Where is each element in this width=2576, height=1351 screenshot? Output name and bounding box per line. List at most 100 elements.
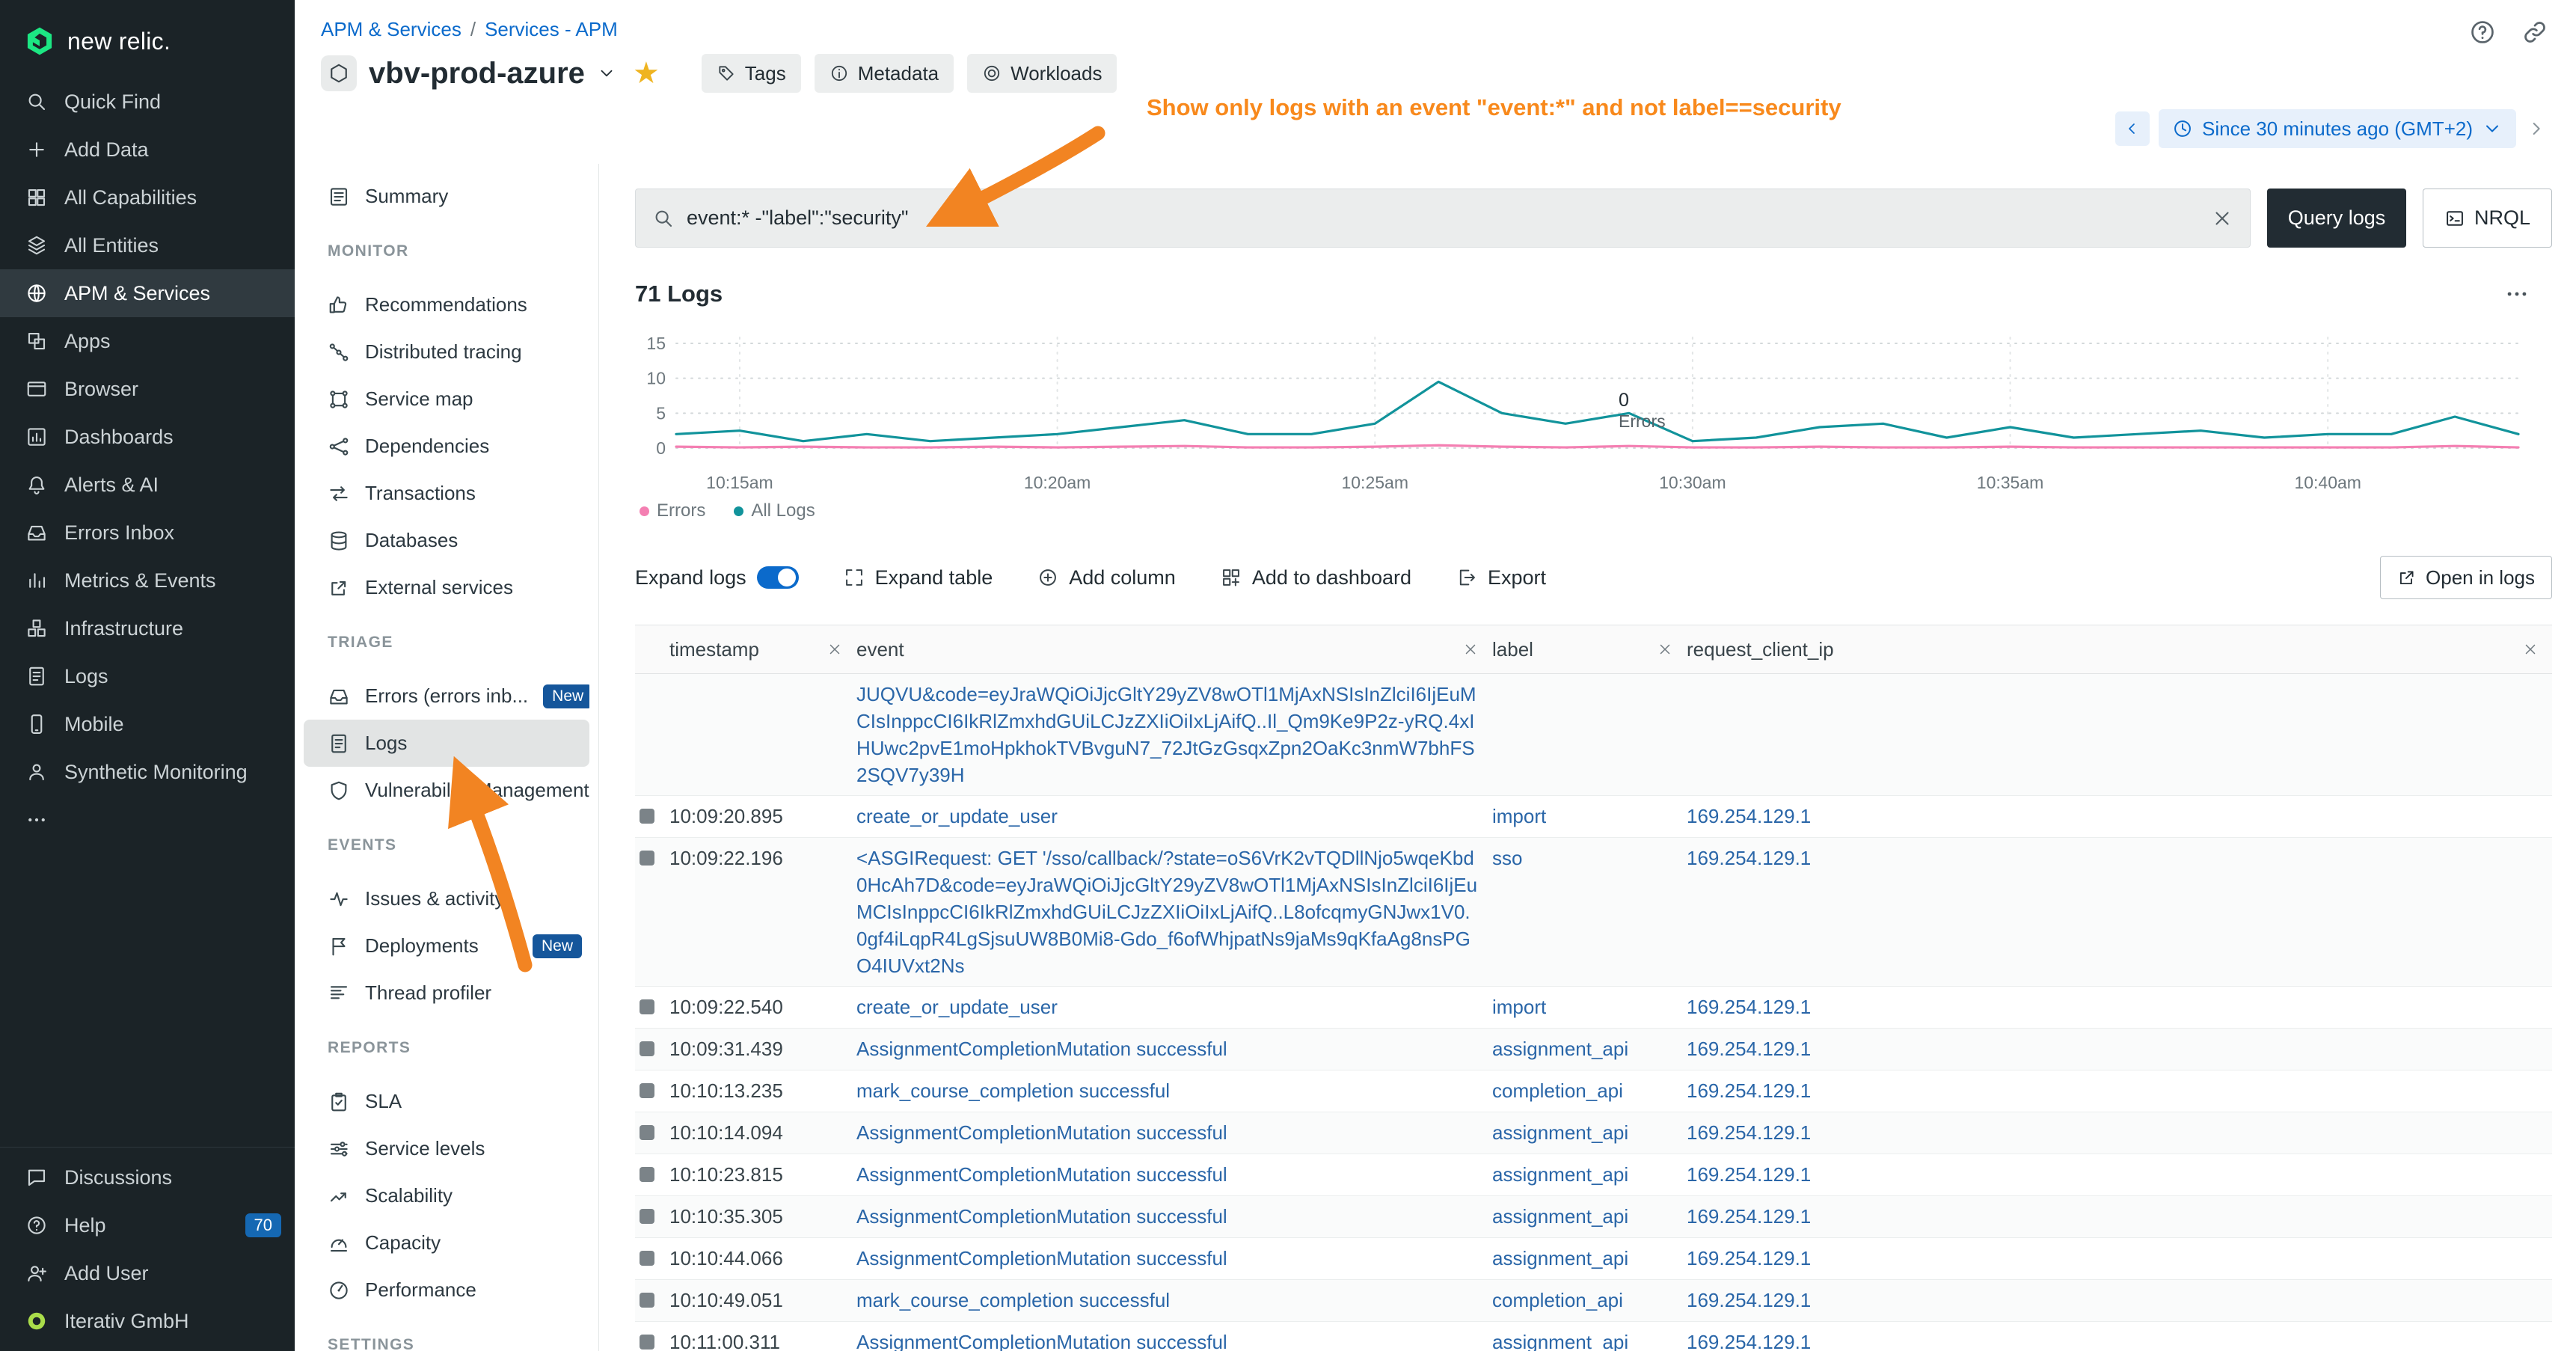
cell-event-link[interactable]: AssignmentCompletionMutation successful xyxy=(856,1331,1227,1351)
sidebar-item-apps[interactable]: Apps xyxy=(0,317,295,365)
cell-event-link[interactable]: AssignmentCompletionMutation successful xyxy=(856,1247,1227,1269)
cell-event-link[interactable]: <ASGIRequest: GET '/sso/callback/?state=… xyxy=(856,847,1477,977)
subnav-item-performance[interactable]: Performance xyxy=(304,1266,589,1314)
cell-label-link[interactable]: completion_api xyxy=(1492,1289,1623,1311)
sidebar-item-quick-find[interactable]: Quick Find xyxy=(0,78,295,126)
subnav-item-thread-profiler[interactable]: Thread profiler xyxy=(304,969,589,1017)
cell-label-link[interactable]: assignment_api xyxy=(1492,1247,1628,1269)
subnav-item-transactions[interactable]: Transactions xyxy=(304,470,589,517)
column-header-timestamp[interactable]: timestamp xyxy=(669,625,856,674)
cell-event-link[interactable]: AssignmentCompletionMutation successful xyxy=(856,1121,1227,1144)
chevron-right-icon[interactable] xyxy=(2525,118,2546,139)
cell-event-link[interactable]: mark_course_completion successful xyxy=(856,1079,1170,1102)
row-checkbox[interactable] xyxy=(640,1251,654,1266)
favorite-star-icon[interactable]: ★ xyxy=(633,58,660,88)
cell-request-ip-link[interactable]: 169.254.129.1 xyxy=(1687,1289,1811,1311)
legend-item-errors[interactable]: Errors xyxy=(640,500,705,521)
sidebar-item-synthetic-monitoring[interactable]: Synthetic Monitoring xyxy=(0,748,295,796)
cell-request-ip-link[interactable]: 169.254.129.1 xyxy=(1687,1038,1811,1060)
subnav-item-service-levels[interactable]: Service levels xyxy=(304,1125,589,1172)
row-checkbox[interactable] xyxy=(640,1167,654,1182)
sidebar-item-iterativ-gmbh[interactable]: Iterativ GmbH xyxy=(0,1297,295,1345)
cell-label-link[interactable]: assignment_api xyxy=(1492,1121,1628,1144)
cell-event-link[interactable]: AssignmentCompletionMutation successful xyxy=(856,1205,1227,1228)
sidebar-item-metrics-events[interactable]: Metrics & Events xyxy=(0,557,295,604)
add-column-button[interactable]: Add column xyxy=(1037,566,1176,589)
sidebar-item-apm-services[interactable]: APM & Services xyxy=(0,269,295,317)
subnav-item-vulnerability-management[interactable]: Vulnerability Management xyxy=(304,767,589,814)
column-header-label[interactable]: label xyxy=(1492,625,1687,674)
clear-query-icon[interactable] xyxy=(2211,207,2233,230)
nrql-button[interactable]: NRQL xyxy=(2423,189,2552,248)
header-button-tags[interactable]: Tags xyxy=(702,54,801,93)
more-options-icon[interactable] xyxy=(2504,281,2530,307)
sidebar-item-mobile[interactable]: Mobile xyxy=(0,700,295,748)
log-row-assignment-api[interactable]: 10:10:23.815 AssignmentCompletionMutatio… xyxy=(635,1154,2552,1196)
cell-request-ip-link[interactable]: 169.254.129.1 xyxy=(1687,1331,1811,1351)
log-row-completion-api[interactable]: 10:10:13.235 mark_course_completion succ… xyxy=(635,1070,2552,1112)
row-checkbox[interactable] xyxy=(640,1041,654,1056)
cell-label-link[interactable]: sso xyxy=(1492,847,1522,869)
subnav-item-scalability[interactable]: Scalability xyxy=(304,1172,589,1219)
query-logs-button[interactable]: Query logs xyxy=(2267,189,2406,248)
new-relic-logo[interactable]: new relic. xyxy=(0,0,295,78)
log-row-assignment-api[interactable]: 10:10:14.094 AssignmentCompletionMutatio… xyxy=(635,1112,2552,1154)
cell-request-ip-link[interactable]: 169.254.129.1 xyxy=(1687,996,1811,1018)
cell-label-link[interactable]: assignment_api xyxy=(1492,1205,1628,1228)
row-checkbox[interactable] xyxy=(640,1209,654,1224)
entity-chevron-down-icon[interactable] xyxy=(597,64,616,83)
sidebar-item-browser[interactable]: Browser xyxy=(0,365,295,413)
time-picker[interactable]: Since 30 minutes ago (GMT+2) xyxy=(2159,109,2516,148)
sidebar-item-add-data[interactable]: Add Data xyxy=(0,126,295,174)
logs-search-input[interactable]: event:* -"label":"security" xyxy=(635,189,2251,248)
remove-column-icon[interactable] xyxy=(1462,641,1479,658)
cell-request-ip-link[interactable]: 169.254.129.1 xyxy=(1687,1079,1811,1102)
cell-event-link[interactable]: JUQVU&code=eyJraWQiOiJjcGltY29yZV8wOTl1M… xyxy=(856,683,1476,786)
row-checkbox[interactable] xyxy=(640,1335,654,1350)
subnav-item-sla[interactable]: SLA xyxy=(304,1078,589,1125)
cell-request-ip-link[interactable]: 169.254.129.1 xyxy=(1687,1205,1811,1228)
log-row-import[interactable]: 10:09:20.895 create_or_update_user impor… xyxy=(635,796,2552,838)
sidebar-item-all-capabilities[interactable]: All Capabilities xyxy=(0,174,295,221)
cell-label-link[interactable]: import xyxy=(1492,996,1546,1018)
log-row-sso[interactable]: 10:09:22.196 <ASGIRequest: GET '/sso/cal… xyxy=(635,838,2552,987)
log-row-assignment-api[interactable]: 10:11:00.311 AssignmentCompletionMutatio… xyxy=(635,1322,2552,1351)
cell-request-ip-link[interactable]: 169.254.129.1 xyxy=(1687,847,1811,869)
log-row-item[interactable]: JUQVU&code=eyJraWQiOiJjcGltY29yZV8wOTl1M… xyxy=(635,674,2552,796)
header-button-metadata[interactable]: Metadata xyxy=(815,54,954,93)
header-button-workloads[interactable]: Workloads xyxy=(967,54,1117,93)
cell-request-ip-link[interactable]: 169.254.129.1 xyxy=(1687,1247,1811,1269)
subnav-item-capacity[interactable]: Capacity xyxy=(304,1219,589,1266)
cell-label-link[interactable]: completion_api xyxy=(1492,1079,1623,1102)
sidebar-item-all-entities[interactable]: All Entities xyxy=(0,221,295,269)
cell-label-link[interactable]: import xyxy=(1492,805,1546,827)
row-checkbox[interactable] xyxy=(640,851,654,866)
subnav-item-databases[interactable]: Databases xyxy=(304,517,589,564)
subnav-item-logs[interactable]: Logs xyxy=(304,720,589,767)
open-in-logs-button[interactable]: Open in logs xyxy=(2380,556,2552,599)
row-checkbox[interactable] xyxy=(640,1293,654,1308)
cell-request-ip-link[interactable]: 169.254.129.1 xyxy=(1687,1121,1811,1144)
row-checkbox[interactable] xyxy=(640,1083,654,1098)
breadcrumb-services-apm[interactable]: Services - APM xyxy=(485,18,618,41)
cell-event-link[interactable]: create_or_update_user xyxy=(856,996,1058,1018)
subnav-item-external-services[interactable]: External services xyxy=(304,564,589,611)
log-row-completion-api[interactable]: 10:10:49.051 mark_course_completion succ… xyxy=(635,1280,2552,1322)
log-row-assignment-api[interactable]: 10:10:44.066 AssignmentCompletionMutatio… xyxy=(635,1238,2552,1280)
cell-request-ip-link[interactable]: 169.254.129.1 xyxy=(1687,805,1811,827)
sidebar-item-dashboards[interactable]: Dashboards xyxy=(0,413,295,461)
cell-label-link[interactable]: assignment_api xyxy=(1492,1038,1628,1060)
cell-event-link[interactable]: mark_course_completion successful xyxy=(856,1289,1170,1311)
cell-request-ip-link[interactable]: 169.254.129.1 xyxy=(1687,1163,1811,1186)
permalink-icon[interactable] xyxy=(2521,18,2549,46)
subnav-item-errors-errors-inb[interactable]: Errors (errors inb... New xyxy=(304,673,589,720)
subnav-item-service-map[interactable]: Service map xyxy=(304,376,589,423)
export-button[interactable]: Export xyxy=(1456,566,1546,589)
sidebar-item-alerts-ai[interactable]: Alerts & AI xyxy=(0,461,295,509)
remove-column-icon[interactable] xyxy=(2522,641,2539,658)
log-row-import[interactable]: 10:09:22.540 create_or_update_user impor… xyxy=(635,987,2552,1029)
subnav-item-recommendations[interactable]: Recommendations xyxy=(304,281,589,328)
help-circle-icon[interactable] xyxy=(2468,18,2497,46)
cell-label-link[interactable]: assignment_api xyxy=(1492,1163,1628,1186)
sidebar-item-help[interactable]: Help 70 xyxy=(0,1201,295,1249)
